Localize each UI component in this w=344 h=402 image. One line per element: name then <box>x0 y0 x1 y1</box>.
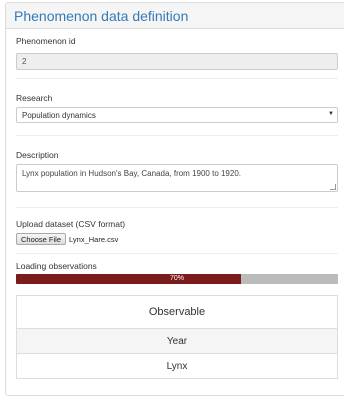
description-section: Description Lynx population in Hudson's … <box>16 136 338 208</box>
phenomenon-id-label: Phenomenon id <box>16 36 76 46</box>
selected-file-name: Lynx_Hare.csv <box>69 234 119 244</box>
resize-handle-icon[interactable] <box>330 184 336 190</box>
upload-label: Upload dataset (CSV format) <box>16 219 126 229</box>
panel-title: Phenomenon data definition <box>6 3 344 29</box>
phenomenon-id-field: 2 <box>16 53 338 70</box>
observable-header: Observable <box>16 295 338 329</box>
table-row: Lynx <box>16 353 338 379</box>
table-row: Year <box>16 328 338 354</box>
choose-file-button[interactable]: Choose File <box>16 233 67 245</box>
description-label: Description <box>16 150 59 160</box>
description-textarea[interactable]: Lynx population in Hudson's Bay, Canada,… <box>16 164 338 192</box>
phenomenon-panel: Phenomenon data definition Phenomenon id… <box>5 2 344 396</box>
loading-label: Loading observations <box>16 261 97 271</box>
phenomenon-id-section: Phenomenon id 2 <box>16 29 338 79</box>
file-input: Choose File Lynx_Hare.csv <box>16 233 338 245</box>
research-section: Research Population dynamics ▼ <box>16 79 338 136</box>
loading-progress-bar: 70% <box>16 274 338 284</box>
description-text: Lynx population in Hudson's Bay, Canada,… <box>22 169 242 178</box>
panel-body: Phenomenon id 2 Research Population dyna… <box>6 29 344 379</box>
table-cell-lynx: Lynx <box>16 353 338 379</box>
caret-down-icon: ▼ <box>328 111 334 117</box>
observables-table: Observable Year Lynx <box>16 295 338 379</box>
research-label: Research <box>16 93 53 103</box>
research-select[interactable]: Population dynamics ▼ <box>16 107 338 123</box>
loading-section: Loading observations 70% Observable Year… <box>16 254 338 379</box>
table-cell-year: Year <box>16 328 338 354</box>
upload-section: Upload dataset (CSV format) Choose File … <box>16 208 338 254</box>
progress-text: 70% <box>169 275 184 282</box>
research-select-value: Population dynamics <box>22 111 96 120</box>
